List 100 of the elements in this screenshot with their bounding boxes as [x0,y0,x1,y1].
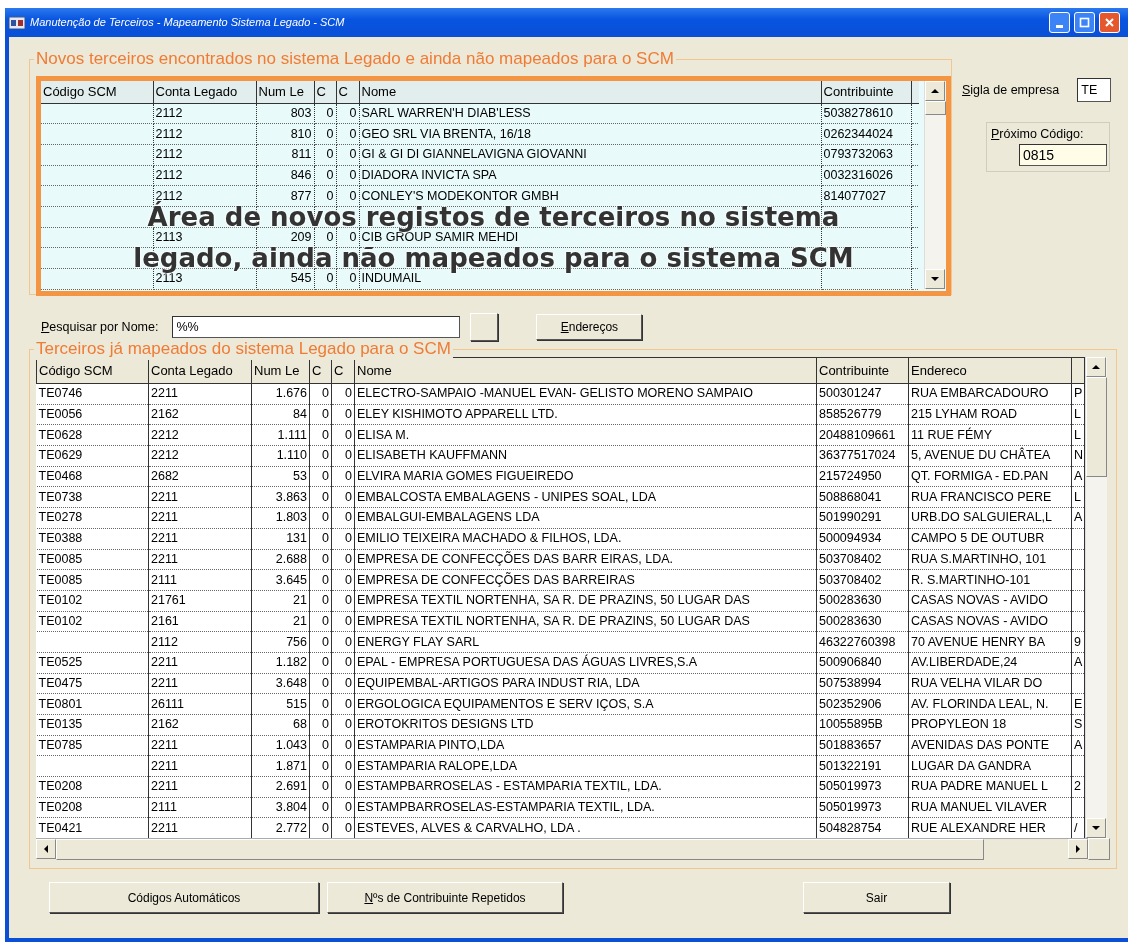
column-header[interactable]: Nome [359,81,821,103]
minimize-button[interactable] [1049,12,1070,33]
table-cell: 209 [256,227,314,248]
table-cell: 0 [309,528,332,549]
horizontal-scrollbar[interactable] [36,838,1088,860]
scrollbar-thumb[interactable] [925,101,946,115]
scrollbar-thumb[interactable] [1086,377,1107,477]
table-cell: 545 [256,268,314,290]
table-cell: RUA PADRE MANUEL L [908,776,1072,798]
scroll-up-button[interactable] [1086,357,1106,377]
table-cell: 0 [336,227,359,248]
table-cell: 502352906 [816,693,909,715]
table-cell: TE0208 [36,776,149,798]
column-header[interactable]: Código SCM [41,81,153,103]
table-cell: 500906840 [816,652,909,674]
table-cell: 0 [331,486,355,508]
table-cell: 2211 [148,735,252,756]
table-cell: 0 [309,404,332,425]
addresses-button[interactable]: Endereços [536,314,643,340]
table-cell: 1.871 [251,755,310,777]
table-cell: 2112 [148,631,252,653]
table-cell: 2.688 [251,549,310,570]
table-cell: RUA VELHA VILAR DO [908,673,1072,694]
table-cell: CAMPO 5 DE OUTUBR [908,528,1072,549]
table-cell: CONLEY'S MODEKONTOR GMBH [359,185,821,207]
table-cell: A [1071,652,1085,674]
minimize-icon [1056,25,1063,28]
table-cell: 503708402 [816,549,909,570]
table-cell: EMILIO TEIXEIRA MACHADO & FILHOS, LDA. [354,528,817,549]
table-cell: 0 [309,673,332,694]
table-cell: L [1071,404,1085,425]
company-code-field[interactable]: TE [1077,78,1112,102]
table-cell: 0 [309,466,332,487]
table-cell: 46322760398 [816,631,909,653]
table-cell: 501322191 [816,755,909,777]
search-field[interactable]: %% [172,316,461,338]
table-cell: 0 [331,673,355,694]
table-cell: GI & GI DI GIANNELAVIGNA GIOVANNI [359,144,821,166]
table-cell: 0 [309,631,332,653]
scroll-right-button[interactable] [1068,839,1088,859]
close-button[interactable] [1099,12,1120,33]
table-cell: 501990291 [816,507,909,529]
table-cell: 0 [314,165,336,186]
table-cell: 0 [331,466,355,487]
table-cell: ESTAMPBARROSELAS - ESTAMPARIA TEXTIL, LDA. [354,776,817,798]
action-button[interactable]: Nºs de Contribuinte Repetidos [327,882,563,913]
table-cell: TE0746 [36,383,149,405]
table-cell: 756 [251,631,310,653]
table-cell: 2211 [148,549,252,570]
table-cell: 0 [309,569,332,591]
table-cell: EMPRESA DE CONFECÇÕES DAS BARREIRAS [354,569,817,591]
column-header[interactable]: Contribuinte [816,357,909,384]
table-cell: 1.110 [251,445,310,467]
next-code-field[interactable]: 0815 [1019,143,1107,166]
table-cell: ELISABETH KAUFFMANN [354,445,817,467]
column-header[interactable]: C [336,81,359,103]
table-cell: 1.111 [251,424,310,446]
action-button[interactable]: Códigos Automáticos [49,882,319,913]
column-header[interactable]: Conta Legado [153,81,256,103]
maximize-button[interactable] [1074,12,1095,33]
column-header[interactable]: C [314,81,336,103]
table-cell: 0 [309,714,332,736]
table-cell: 0 [309,549,332,570]
table-cell: 814077027 [821,185,911,207]
table-cell: 68 [251,714,310,736]
scroll-left-button[interactable] [36,839,56,859]
table-cell: 1.803 [251,507,310,529]
table-cell: 1.676 [251,383,310,405]
table-cell: 0 [309,611,332,632]
table-cell: L [1071,424,1085,446]
table-cell: 0 [331,631,355,653]
action-button[interactable]: Sair [803,882,950,913]
search-button[interactable] [470,313,499,341]
table-cell: 507538994 [816,673,909,694]
vertical-scrollbar[interactable] [924,81,946,289]
scroll-down-button[interactable] [1086,818,1106,838]
table-cell: AV. FLORINDA LEAL, N. [908,693,1072,715]
scrollbar-thumb[interactable] [56,839,984,860]
scroll-up-button[interactable] [925,81,946,101]
table-cell: TE0102 [36,590,149,612]
table-cell: 2 [1071,776,1085,798]
table-cell: EQUIPEMBAL-ARTIGOS PARA INDUST RIA, LDA [354,673,817,694]
table-cell: TE0278 [36,507,149,529]
table-cell: 0 [309,652,332,674]
table-cell: TE0629 [36,445,149,467]
column-header[interactable]: Num Le [256,81,314,103]
table-cell: 0 [331,755,355,777]
table-cell: EMPRESA TEXTIL NORTENHA, SA R. DE PRAZINS, 50 LUGAR DAS [354,611,817,632]
vertical-scrollbar[interactable] [1085,357,1107,838]
table-cell: ERGOLOGICA EQUIPAMENTOS E SERV IÇOS, S.A [354,693,817,715]
scroll-down-button[interactable] [925,269,946,289]
column-header[interactable]: Endereco [908,357,1072,384]
table-cell: 0 [309,383,332,405]
column-header[interactable]: Nome [354,357,817,384]
table-cell: TE0388 [36,528,149,549]
table-cell: N [1071,445,1085,467]
table-cell: 2212 [148,424,252,446]
table-cell: S [1071,714,1085,736]
column-header[interactable]: Contribuinte [821,81,911,103]
table-cell: GEO SRL VIA BRENTA, 16/18 [359,123,821,145]
